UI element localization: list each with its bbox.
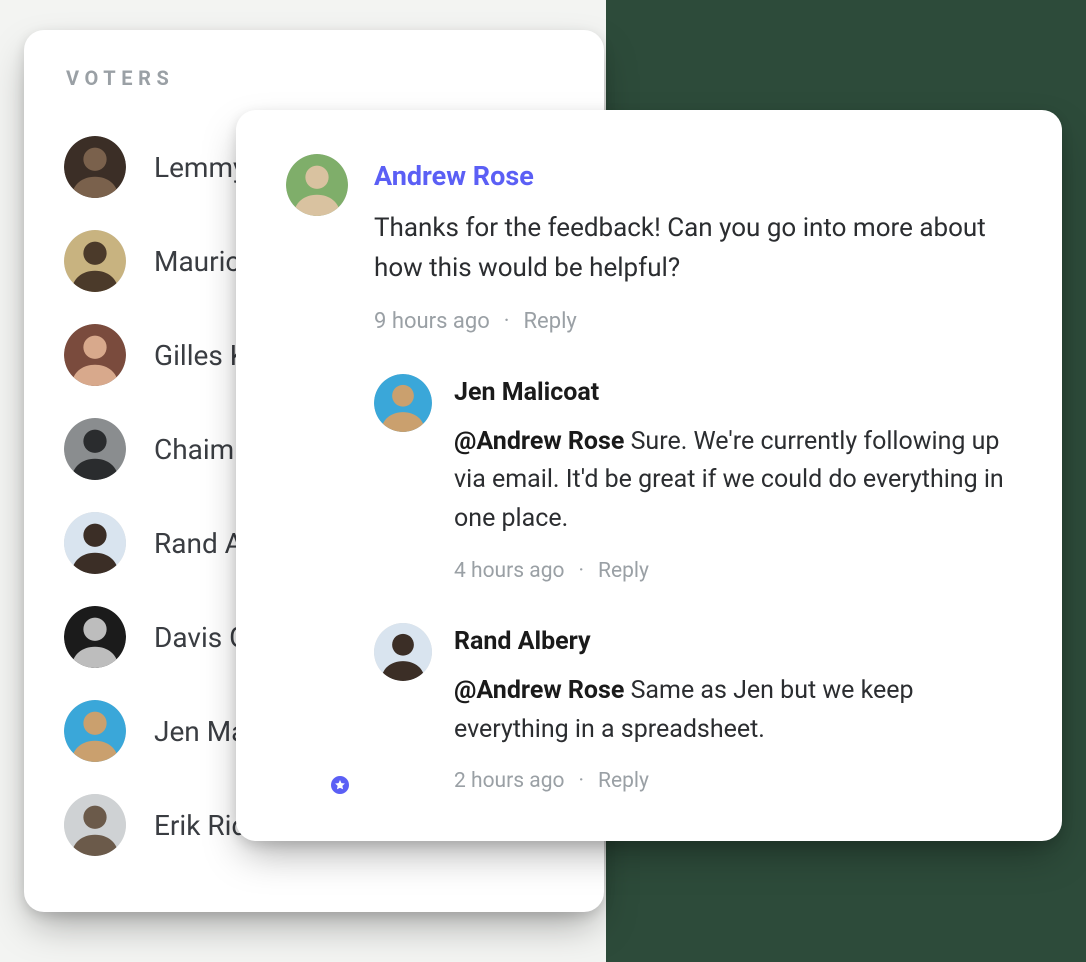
- avatar: [64, 606, 126, 668]
- reply-author[interactable]: Rand Albery: [454, 627, 1012, 656]
- reply-message: @Andrew Rose Same as Jen but we keep eve…: [454, 672, 1012, 750]
- comment-message: Thanks for the feedback! Can you go into…: [374, 208, 1012, 289]
- replies-list: Jen Malicoat @Andrew Rose Sure. We're cu…: [374, 374, 1012, 794]
- reply-button[interactable]: Reply: [598, 559, 649, 583]
- avatar: [374, 623, 432, 681]
- reply-message: @Andrew Rose Sure. We're currently follo…: [454, 423, 1012, 539]
- comment-root: Andrew Rose Thanks for the feedback! Can…: [286, 154, 1012, 793]
- voter-name: Davis G: [154, 621, 248, 654]
- avatar: [64, 324, 126, 386]
- avatar: [374, 374, 432, 432]
- reply-button[interactable]: Reply: [524, 309, 577, 334]
- mention[interactable]: @Andrew Rose: [454, 427, 624, 456]
- reply-body: Rand Albery @Andrew Rose Same as Jen but…: [454, 623, 1012, 794]
- comment-author[interactable]: Andrew Rose: [374, 160, 1012, 192]
- meta-separator: ·: [504, 309, 510, 334]
- comment-meta: 9 hours ago · Reply: [374, 309, 1012, 334]
- meta-separator: ·: [579, 769, 585, 793]
- avatar: [64, 230, 126, 292]
- avatar: [64, 136, 126, 198]
- reply-timestamp: 4 hours ago: [454, 559, 565, 583]
- comment-body: Andrew Rose Thanks for the feedback! Can…: [374, 154, 1012, 793]
- comments-card: Andrew Rose Thanks for the feedback! Can…: [236, 110, 1062, 841]
- comment-timestamp: 9 hours ago: [374, 309, 490, 334]
- reply-button[interactable]: Reply: [598, 769, 649, 793]
- reply-timestamp: 2 hours ago: [454, 769, 565, 793]
- avatar: [64, 700, 126, 762]
- reply-item: Jen Malicoat @Andrew Rose Sure. We're cu…: [374, 374, 1012, 583]
- reply-author[interactable]: Jen Malicoat: [454, 378, 1012, 407]
- voter-name: Erik Rid: [154, 809, 247, 842]
- admin-star-badge-icon: [328, 773, 352, 797]
- reply-item: Rand Albery @Andrew Rose Same as Jen but…: [374, 623, 1012, 794]
- mention[interactable]: @Andrew Rose: [454, 676, 624, 705]
- avatar-wrap: [286, 154, 348, 793]
- avatar: [286, 154, 348, 216]
- avatar: [64, 418, 126, 480]
- reply-body: Jen Malicoat @Andrew Rose Sure. We're cu…: [454, 374, 1012, 583]
- avatar: [64, 512, 126, 574]
- voters-heading: VOTERS: [66, 66, 564, 90]
- voter-name: Lemmy: [154, 151, 246, 184]
- avatar: [64, 794, 126, 856]
- meta-separator: ·: [579, 559, 585, 583]
- reply-meta: 2 hours ago · Reply: [454, 769, 1012, 793]
- reply-meta: 4 hours ago · Reply: [454, 559, 1012, 583]
